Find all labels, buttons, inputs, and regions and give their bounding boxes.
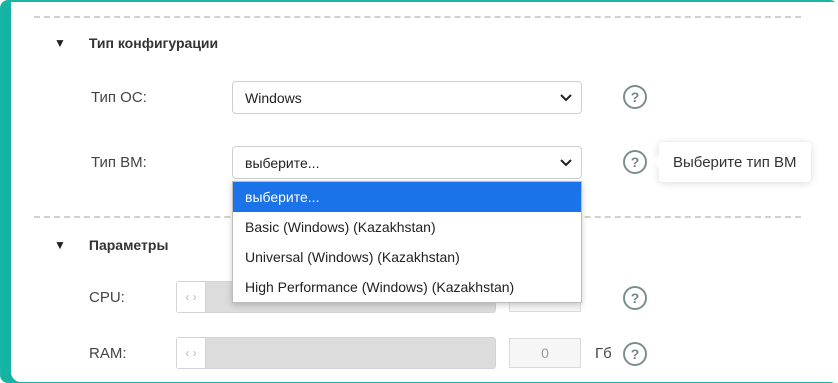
section-params-header[interactable]: ▼ Параметры <box>54 237 168 253</box>
ram-slider-handle[interactable]: ‹ › <box>177 338 206 368</box>
collapse-triangle-icon[interactable]: ▼ <box>54 238 66 252</box>
cpu-help-icon[interactable]: ? <box>623 286 647 310</box>
vm-option[interactable]: High Performance (Windows) (Kazakhstan) <box>233 272 581 302</box>
vm-type-tooltip: Выберите тип ВМ <box>659 142 811 182</box>
vm-type-label: Тип ВМ: <box>91 154 147 171</box>
ram-value-input[interactable]: 0 <box>509 338 581 368</box>
chevron-down-icon <box>560 93 572 101</box>
vm-option[interactable]: Basic (Windows) (Kazakhstan) <box>233 212 581 242</box>
os-type-select[interactable]: Windows <box>232 81 582 114</box>
section-config-title: Тип конфигурации <box>88 35 219 51</box>
vm-option[interactable]: Universal (Windows) (Kazakhstan) <box>233 242 581 272</box>
os-help-icon[interactable]: ? <box>623 85 647 109</box>
collapse-triangle-icon[interactable]: ▼ <box>54 36 66 50</box>
section-config-header[interactable]: ▼ Тип конфигурации <box>54 35 218 51</box>
separator-top <box>34 16 801 18</box>
cpu-label: CPU: <box>89 289 125 306</box>
ram-unit: Гб <box>595 345 612 362</box>
window-frame: ▼ Тип конфигурации Тип ОС: Windows ? Тип… <box>0 0 838 383</box>
vm-type-select[interactable]: выберите... <box>232 146 582 179</box>
chevron-down-icon <box>560 158 572 166</box>
os-type-label: Тип ОС: <box>91 89 147 106</box>
ram-slider[interactable]: ‹ › <box>176 337 496 369</box>
config-panel: ▼ Тип конфигурации Тип ОС: Windows ? Тип… <box>11 2 838 382</box>
vm-type-tooltip-text: Выберите тип ВМ <box>673 153 797 171</box>
ram-help-icon[interactable]: ? <box>623 342 647 366</box>
vm-type-value: выберите... <box>245 154 320 171</box>
section-params-title: Параметры <box>88 237 169 253</box>
ram-label: RAM: <box>89 345 127 362</box>
vm-help-icon[interactable]: ? <box>623 150 647 174</box>
cpu-slider-handle[interactable]: ‹ › <box>177 282 206 312</box>
vm-option[interactable]: выберите... <box>233 182 581 212</box>
os-type-value: Windows <box>245 89 302 106</box>
vm-type-dropdown-list: выберите... Basic (Windows) (Kazakhstan)… <box>232 181 582 303</box>
